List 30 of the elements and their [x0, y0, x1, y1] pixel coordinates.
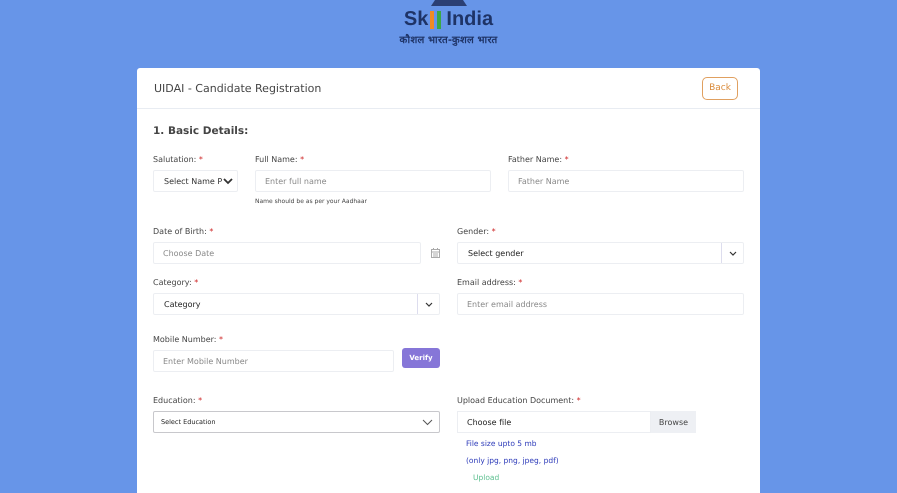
field-label: Upload Education Document: * [457, 396, 582, 405]
field-label: Salutation: * [153, 155, 204, 164]
salutation-select[interactable]: Select Name P [153, 170, 238, 192]
chevron-icon [728, 250, 736, 256]
field-label: Mobile Number: * [153, 335, 224, 344]
logo-text: India [446, 8, 494, 31]
chevron-icon [422, 418, 433, 426]
full-name-field[interactable]: Enter full name [255, 170, 491, 192]
logo-bars-icon [429, 10, 444, 28]
chevron-icon [424, 302, 432, 306]
date-field[interactable]: Choose Date [153, 242, 421, 264]
father-name-field[interactable]: Father Name [508, 170, 744, 192]
field-label: Date of Birth: * [153, 227, 214, 236]
logo-text: Sk [404, 8, 428, 31]
card-title: UIDAI - Candidate Registration [154, 82, 322, 94]
field-label: Gender: * [457, 227, 497, 236]
field-label: Father Name: * [508, 155, 570, 164]
field-label: Education: * [153, 396, 204, 405]
chevron-icon [223, 178, 233, 184]
gender-select[interactable]: Select gender [457, 242, 744, 264]
emblem-icon [428, 0, 468, 6]
field-label: Full Name: * [255, 155, 306, 164]
field-label: Email address: * [457, 278, 524, 287]
section-title: 1. Basic Details: [153, 125, 250, 137]
logo-tagline: कौशल भारत-कुशल भारत [399, 32, 498, 46]
category-select[interactable]: Category [153, 293, 440, 315]
email-field[interactable]: Enter email address [457, 293, 744, 315]
calendar-icon[interactable] [431, 248, 440, 258]
mobile-field[interactable]: Enter Mobile Number [153, 350, 394, 372]
field-label: Category: * [153, 278, 200, 287]
